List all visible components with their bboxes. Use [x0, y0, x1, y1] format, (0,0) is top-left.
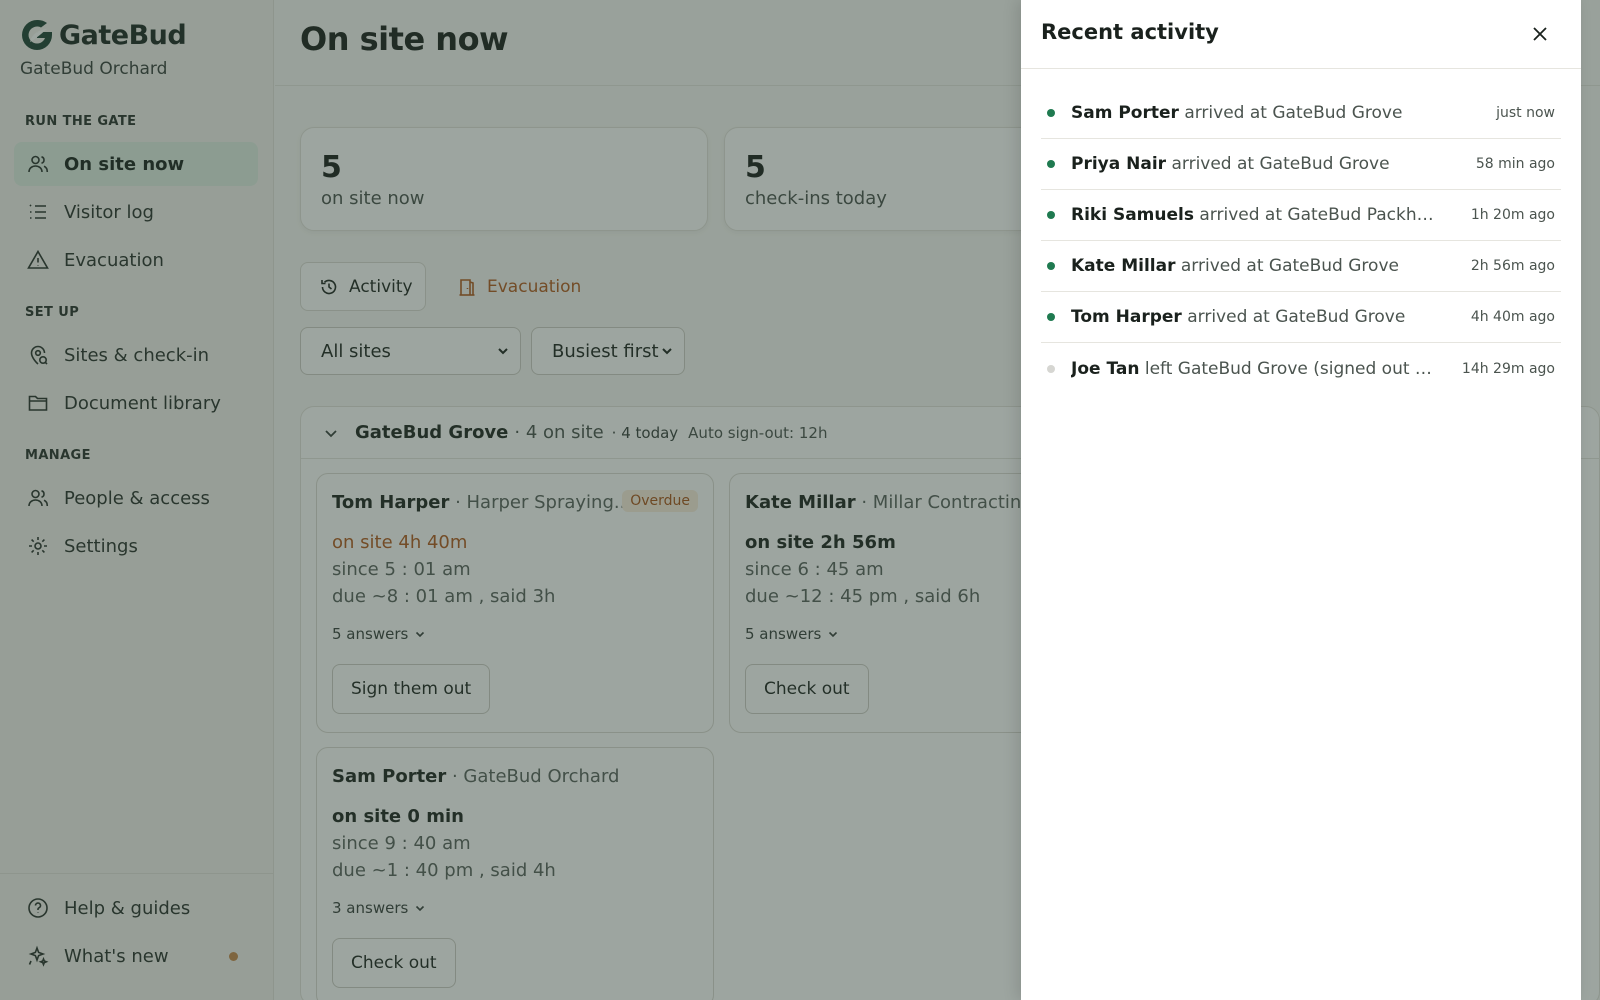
activity-time: 4h 40m ago [1470, 309, 1555, 325]
activity-text: Sam Porter arrived at GateBud Grove [1071, 103, 1402, 123]
recent-activity-drawer: Recent activity Sam Porter arrived at Ga… [1021, 0, 1581, 1000]
activity-description: arrived at GateBud Grove [1181, 307, 1406, 327]
status-dot [1047, 109, 1055, 117]
activity-text: Tom Harper arrived at GateBud Grove [1071, 307, 1405, 327]
activity-description: left GateBud Grove (signed out auto... [1139, 358, 1441, 379]
activity-item[interactable]: Sam Porter arrived at GateBud Grove just… [1041, 88, 1561, 139]
activity-description: arrived at GateBud Packhouse [1193, 205, 1441, 225]
activity-description: arrived at GateBud Grove [1178, 103, 1403, 123]
activity-person: Sam Porter [1071, 103, 1179, 123]
status-dot [1047, 262, 1055, 270]
activity-item[interactable]: Joe Tan left GateBud Grove (signed out a… [1041, 343, 1561, 394]
activity-time: 58 min ago [1475, 156, 1555, 172]
status-dot [1047, 211, 1055, 219]
activity-person: Tom Harper [1071, 307, 1182, 327]
activity-item[interactable]: Tom Harper arrived at GateBud Grove 4h 4… [1041, 292, 1561, 343]
activity-text: Kate Millar arrived at GateBud Grove [1071, 256, 1399, 276]
close-icon[interactable] [1529, 23, 1551, 45]
activity-person: Priya Nair [1071, 154, 1167, 174]
status-dot [1047, 160, 1055, 168]
status-dot [1047, 364, 1055, 373]
activity-time: 14h 29m ago [1461, 360, 1555, 377]
activity-description: arrived at GateBud Grove [1166, 154, 1390, 174]
activity-text: Joe Tan left GateBud Grove (signed out a… [1071, 359, 1441, 379]
activity-list: Sam Porter arrived at GateBud Grove just… [1041, 88, 1561, 394]
activity-item[interactable]: Kate Millar arrived at GateBud Grove 2h … [1041, 241, 1561, 292]
activity-person: Kate Millar [1071, 256, 1176, 276]
drawer-header: Recent activity [1021, 0, 1581, 69]
activity-person: Joe Tan [1071, 358, 1140, 379]
status-dot [1047, 313, 1055, 321]
activity-description: arrived at GateBud Grove [1175, 256, 1399, 276]
activity-text: Riki Samuels arrived at GateBud Packhous… [1071, 205, 1441, 225]
activity-time: 1h 20m ago [1470, 207, 1555, 223]
activity-item[interactable]: Priya Nair arrived at GateBud Grove 58 m… [1041, 139, 1561, 190]
activity-time: just now [1496, 105, 1555, 121]
activity-person: Riki Samuels [1071, 205, 1194, 225]
activity-time: 2h 56m ago [1470, 258, 1555, 274]
activity-text: Priya Nair arrived at GateBud Grove [1071, 154, 1390, 174]
drawer-title: Recent activity [1041, 20, 1219, 44]
activity-item[interactable]: Riki Samuels arrived at GateBud Packhous… [1041, 190, 1561, 241]
